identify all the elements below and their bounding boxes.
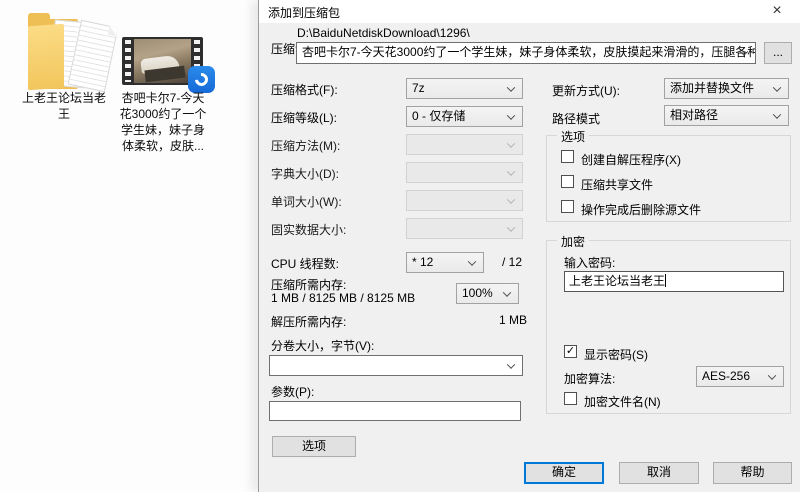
encrypt-names-checkbox[interactable] bbox=[564, 392, 577, 405]
memory-usage-value: 1 MB / 8125 MB / 8125 MB bbox=[271, 291, 416, 305]
password-label: 输入密码: bbox=[564, 256, 616, 270]
volume-size-label: 分卷大小，字节(V): bbox=[271, 339, 375, 353]
close-icon[interactable]: × bbox=[766, 1, 788, 21]
level-label: 压缩等级(L): bbox=[271, 111, 338, 125]
media-player-badge-icon bbox=[188, 66, 215, 93]
path-mode-value: 相对路径 bbox=[670, 108, 719, 122]
show-password-label[interactable]: 显示密码(S) bbox=[584, 346, 648, 363]
encryption-method-label: 加密算法: bbox=[564, 372, 616, 386]
video-thumbnail bbox=[134, 39, 191, 83]
encryption-method-value: AES-256 bbox=[702, 369, 751, 383]
chevron-down-icon bbox=[506, 166, 516, 176]
chevron-down-icon[interactable] bbox=[467, 256, 477, 266]
filmstrip-holes bbox=[125, 40, 131, 82]
chevron-down-icon[interactable] bbox=[506, 82, 516, 92]
password-input[interactable]: 上老王论坛当老王 bbox=[564, 271, 784, 292]
dialog-titlebar[interactable]: 添加到压缩包 × bbox=[259, 0, 800, 23]
password-value: 上老王论坛当老王 bbox=[569, 274, 666, 288]
solid-size-label: 固实数据大小: bbox=[271, 223, 347, 237]
chevron-down-icon[interactable] bbox=[502, 287, 512, 297]
update-mode-value: 添加并替换文件 bbox=[670, 81, 755, 95]
cpu-threads-label: CPU 线程数: bbox=[271, 257, 340, 271]
method-label: 压缩方法(M): bbox=[271, 139, 341, 153]
update-mode-label: 更新方式(U): bbox=[552, 84, 620, 98]
decompress-memory-label: 解压所需内存: bbox=[271, 315, 347, 329]
level-select[interactable]: 0 - 仅存储 bbox=[406, 106, 523, 127]
chevron-down-icon bbox=[506, 194, 516, 204]
video-file-icon[interactable] bbox=[122, 37, 215, 93]
chevron-down-icon bbox=[506, 222, 516, 232]
options-group-title: 选项 bbox=[557, 128, 590, 145]
dogear bbox=[107, 25, 119, 37]
volume-size-combobox[interactable] bbox=[269, 355, 523, 376]
format-select[interactable]: 7z bbox=[406, 78, 523, 99]
encrypt-names-label[interactable]: 加密文件名(N) bbox=[584, 393, 661, 410]
show-password-checkbox[interactable]: ✓ bbox=[564, 345, 577, 358]
parameters-input[interactable] bbox=[269, 401, 521, 421]
chevron-down-icon[interactable] bbox=[506, 359, 516, 369]
browse-button[interactable]: ... bbox=[764, 42, 792, 64]
level-value: 0 - 仅存储 bbox=[412, 109, 466, 123]
format-value: 7z bbox=[412, 81, 425, 95]
delete-after-checkbox[interactable] bbox=[561, 200, 574, 213]
desktop: 上老王论坛当老 王 杏吧卡尔7-今天 花3000约了一个 学生妹，妹子身 体柔软… bbox=[0, 0, 800, 492]
dialog-title: 添加到压缩包 bbox=[268, 6, 341, 20]
word-size-select bbox=[406, 190, 523, 211]
format-label: 压缩格式(F): bbox=[271, 83, 338, 97]
chevron-down-icon[interactable] bbox=[772, 109, 782, 119]
options-button[interactable]: 选项 bbox=[272, 436, 356, 457]
chevron-down-icon[interactable] bbox=[767, 370, 777, 380]
update-mode-select[interactable]: 添加并替换文件 bbox=[664, 78, 789, 99]
solid-size-select bbox=[406, 218, 523, 239]
decompress-memory-value: 1 MB bbox=[499, 313, 528, 327]
dictionary-select bbox=[406, 162, 523, 183]
archive-name-value: 杏吧卡尔7-今天花3000约了一个学生妹，妹子身体柔软，皮肤摸起来滑滑的，压腿各… bbox=[302, 45, 756, 59]
path-mode-select[interactable]: 相对路径 bbox=[664, 105, 789, 126]
chevron-down-icon[interactable] bbox=[772, 82, 782, 92]
chevron-down-icon[interactable] bbox=[506, 110, 516, 120]
sfx-checkbox-label[interactable]: 创建自解压程序(X) bbox=[581, 151, 681, 168]
encryption-method-select[interactable]: AES-256 bbox=[696, 366, 784, 387]
add-to-archive-dialog: 添加到压缩包 × 压缩包(A) D:\BaiduNetdiskDownload\… bbox=[258, 0, 800, 492]
delete-after-checkbox-label[interactable]: 操作完成后删除源文件 bbox=[581, 201, 701, 218]
encryption-group-title: 加密 bbox=[557, 233, 590, 250]
method-select bbox=[406, 134, 523, 155]
archive-name-combobox[interactable]: 杏吧卡尔7-今天花3000约了一个学生妹，妹子身体柔软，皮肤摸起来滑滑的，压腿各… bbox=[296, 42, 756, 64]
memory-percent-select[interactable]: 100% bbox=[456, 283, 519, 304]
folder-icon[interactable] bbox=[28, 13, 119, 93]
cpu-threads-total: / 12 bbox=[502, 255, 523, 269]
shared-files-checkbox-label[interactable]: 压缩共享文件 bbox=[581, 176, 653, 193]
text-cursor bbox=[665, 274, 667, 287]
cpu-threads-value: * 12 bbox=[412, 255, 434, 269]
sfx-checkbox[interactable] bbox=[561, 150, 574, 163]
folder-front bbox=[28, 23, 64, 91]
chevron-down-icon bbox=[506, 138, 516, 148]
folder-label[interactable]: 上老王论坛当老 王 bbox=[8, 90, 120, 122]
ok-button[interactable]: 确定 bbox=[524, 462, 604, 484]
archive-path: D:\BaiduNetdiskDownload\1296\ bbox=[297, 26, 470, 40]
check-icon: ✓ bbox=[565, 345, 576, 357]
memory-percent-value: 100% bbox=[462, 286, 493, 300]
video-label[interactable]: 杏吧卡尔7-今天 花3000约了一个 学生妹，妹子身 体柔软，皮肤... bbox=[112, 90, 214, 154]
circular-arrow-icon bbox=[192, 70, 211, 89]
path-mode-label: 路径模式 bbox=[552, 112, 601, 126]
cpu-threads-select[interactable]: * 12 bbox=[406, 252, 484, 273]
parameters-label: 参数(P): bbox=[271, 385, 315, 399]
dictionary-label: 字典大小(D): bbox=[271, 167, 339, 181]
word-size-label: 单词大小(W): bbox=[271, 195, 342, 209]
shared-files-checkbox[interactable] bbox=[561, 175, 574, 188]
help-button[interactable]: 帮助 bbox=[713, 462, 792, 484]
cancel-button[interactable]: 取消 bbox=[619, 462, 699, 484]
